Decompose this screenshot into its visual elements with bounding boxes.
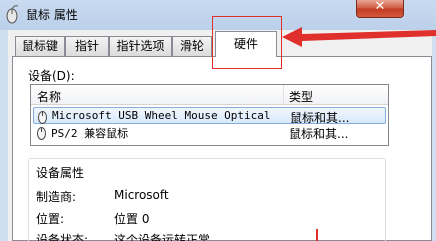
tab-label: 指针 — [74, 39, 99, 53]
annotation-mark — [316, 229, 318, 241]
mouse-icon — [6, 5, 19, 24]
tab-label: 指针选项 — [116, 39, 165, 53]
device-status-label: 设备状态: — [36, 233, 89, 241]
tab-pointers[interactable]: 指针 — [65, 36, 109, 56]
location-value: 位置 0 — [114, 212, 150, 226]
list-item[interactable]: Microsoft USB Wheel Mouse Optical 鼠标和其..… — [33, 107, 386, 125]
window-title: 鼠标 属性 — [26, 8, 78, 22]
tab-label: 鼠标键 — [21, 39, 58, 53]
annotation-arrow-icon — [282, 27, 436, 47]
tab-pointer-options[interactable]: 指针选项 — [109, 36, 172, 56]
device-name: PS/2 兼容鼠标 — [51, 127, 129, 140]
list-item[interactable]: PS/2 兼容鼠标 鼠标和其... — [33, 124, 386, 141]
device-properties-title: 设备属性 — [36, 166, 85, 180]
manufacturer-label: 制造商: — [36, 190, 77, 204]
tab-label: 滑轮 — [179, 39, 204, 53]
tab-buttons[interactable]: 鼠标键 — [15, 36, 65, 56]
devices-list[interactable]: 名称 类型 Microsoft USB Wheel Mouse Optical … — [30, 84, 389, 146]
devices-label: 设备(D): — [28, 69, 75, 83]
annotation-highlight-box — [212, 16, 282, 69]
mouse-icon — [37, 127, 46, 140]
device-type: 鼠标和其... — [289, 127, 349, 141]
tab-wheel[interactable]: 滑轮 — [172, 36, 212, 56]
device-status-value: 这个设备运转正常。 — [114, 233, 223, 241]
close-button[interactable]: ✕ — [356, 0, 404, 18]
column-divider[interactable] — [283, 85, 284, 105]
close-icon: ✕ — [374, 0, 386, 14]
mouse-icon — [38, 111, 47, 124]
manufacturer-value: Microsoft — [114, 188, 169, 202]
column-header-name[interactable]: 名称 — [37, 88, 61, 105]
device-name: Microsoft USB Wheel Mouse Optical — [52, 109, 271, 122]
column-header-type[interactable]: 类型 — [289, 88, 313, 105]
location-label: 位置: — [36, 212, 65, 226]
list-header: 名称 类型 — [31, 85, 388, 105]
